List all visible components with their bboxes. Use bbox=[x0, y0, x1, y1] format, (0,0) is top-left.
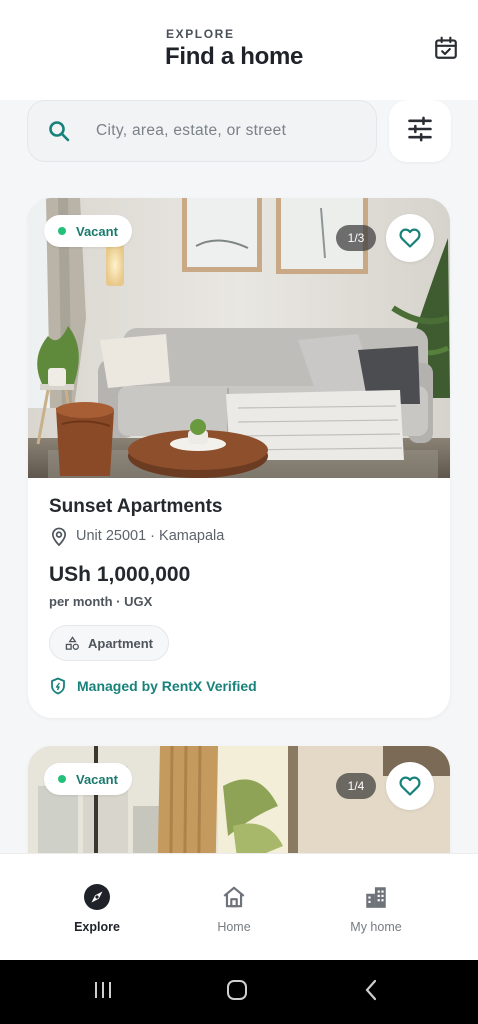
app-header: EXPLORE Find a home bbox=[0, 0, 478, 100]
system-home-button[interactable] bbox=[221, 976, 253, 1008]
recents-button[interactable] bbox=[87, 976, 119, 1008]
photo-counter: 1/4 bbox=[336, 773, 376, 799]
back-button[interactable] bbox=[356, 976, 388, 1008]
search-icon bbox=[46, 118, 72, 144]
system-navigation-bar bbox=[0, 960, 478, 1024]
tab-home[interactable]: Home bbox=[174, 854, 294, 961]
tab-my-home[interactable]: My home bbox=[316, 854, 436, 961]
heart-icon bbox=[398, 774, 422, 798]
back-icon bbox=[360, 978, 384, 1007]
tab-explore[interactable]: Explore bbox=[37, 854, 157, 961]
location-pin-icon bbox=[50, 526, 68, 546]
photo-counter: 1/3 bbox=[336, 225, 376, 251]
search-bar[interactable]: City, area, estate, or street bbox=[27, 100, 377, 162]
filter-button[interactable] bbox=[389, 100, 451, 162]
listing-location: Unit 25001 · Kamapala bbox=[50, 526, 224, 546]
compass-icon bbox=[82, 882, 112, 912]
favorite-button[interactable] bbox=[386, 762, 434, 810]
managed-by-text: Managed by RentX Verified bbox=[77, 678, 257, 694]
status-badge: Vacant bbox=[44, 215, 132, 247]
managed-by-label: Managed by RentX Verified bbox=[50, 676, 257, 696]
listing-price: USh 1,000,000 bbox=[49, 563, 191, 586]
shapes-icon bbox=[65, 635, 81, 651]
recents-icon bbox=[91, 978, 115, 1007]
heart-icon bbox=[398, 226, 422, 250]
property-type-chip: Apartment bbox=[49, 625, 170, 661]
listing-name: Sunset Apartments bbox=[49, 496, 223, 517]
price-period: per month · UGX bbox=[49, 594, 153, 609]
property-type-label: Apartment bbox=[88, 635, 154, 651]
search-input[interactable]: City, area, estate, or street bbox=[96, 122, 286, 140]
home-circle-icon bbox=[225, 978, 249, 1007]
calendar-button[interactable] bbox=[430, 34, 462, 66]
tab-label: Explore bbox=[74, 920, 120, 934]
status-badge: Vacant bbox=[44, 763, 132, 795]
status-label: Vacant bbox=[76, 771, 118, 787]
location-text: Unit 25001 · Kamapala bbox=[76, 528, 225, 544]
house-icon bbox=[219, 882, 249, 912]
favorite-button[interactable] bbox=[386, 214, 434, 262]
status-label: Vacant bbox=[76, 223, 118, 239]
status-dot bbox=[58, 227, 66, 235]
status-dot bbox=[58, 775, 66, 783]
tab-label: Home bbox=[217, 920, 251, 934]
calendar-check-icon bbox=[433, 35, 459, 66]
page-title: Find a home bbox=[165, 43, 304, 70]
bottom-tab-bar: Explore Home My home bbox=[0, 853, 478, 960]
listing-card[interactable]: Vacant 1/3 Sunset Apartments Unit 25001 … bbox=[28, 198, 450, 718]
listing-photo[interactable]: Vacant 1/3 bbox=[28, 198, 450, 478]
tab-label: My home bbox=[350, 920, 402, 934]
building-icon bbox=[361, 882, 391, 912]
page-eyebrow: EXPLORE bbox=[166, 27, 235, 41]
shield-icon bbox=[50, 676, 68, 696]
sliders-icon bbox=[406, 115, 434, 148]
